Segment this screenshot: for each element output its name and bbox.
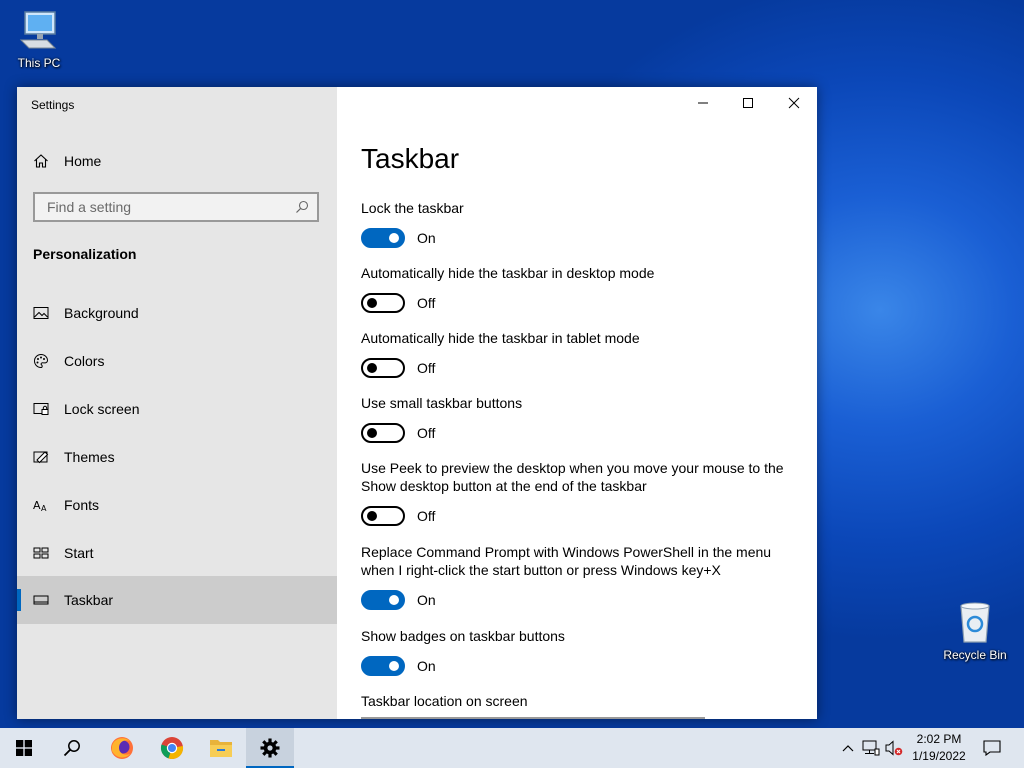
taskbar-firefox[interactable]	[98, 728, 146, 768]
desktop-icon-this-pc[interactable]: This PC	[4, 8, 74, 70]
toggle-switch[interactable]	[361, 590, 405, 610]
network-icon	[862, 740, 880, 756]
section-title: Personalization	[33, 246, 137, 262]
setting-label: Lock the taskbar	[361, 200, 464, 216]
setting-lock-taskbar: Lock the taskbar On	[361, 199, 801, 248]
toggle-switch[interactable]	[361, 358, 405, 378]
setting-location: Taskbar location on screen	[361, 692, 801, 710]
page-title: Taskbar	[361, 143, 460, 174]
recycle-bin-icon	[953, 600, 997, 644]
desktop-icon-label: This PC	[17, 56, 61, 70]
svg-text:A: A	[33, 499, 41, 512]
sidebar-item-fonts[interactable]: AA Fonts	[17, 481, 337, 529]
sidebar-item-label: Home	[64, 153, 102, 169]
volume-button[interactable]	[884, 728, 904, 768]
sidebar-item-label: Start	[64, 545, 94, 561]
toggle-state-label: Off	[417, 425, 436, 441]
sidebar-item-lock-screen[interactable]: Lock screen	[17, 385, 337, 433]
setting-label: Automatically hide the taskbar in tablet…	[361, 330, 640, 346]
sidebar-item-colors[interactable]: Colors	[17, 337, 337, 385]
toggle-switch[interactable]	[361, 656, 405, 676]
sidebar-item-label: Lock screen	[64, 401, 140, 417]
location-dropdown[interactable]	[361, 717, 705, 719]
setting-label: Use Peek to preview the desktop when you…	[361, 460, 784, 494]
search-icon[interactable]	[295, 200, 309, 219]
toggle-state-label: On	[417, 592, 436, 608]
network-button[interactable]	[861, 728, 881, 768]
start-layout-icon	[33, 545, 49, 561]
firefox-icon	[111, 737, 133, 759]
sidebar-item-background[interactable]: Background	[17, 289, 337, 337]
image-icon	[33, 305, 49, 321]
clock[interactable]: 2:02 PM 1/19/2022	[904, 731, 974, 765]
home-icon	[33, 153, 49, 169]
toggle-state-label: Off	[417, 295, 436, 311]
computer-icon	[17, 8, 61, 52]
gear-icon	[260, 738, 280, 758]
fonts-icon: AA	[33, 497, 49, 513]
sidebar-item-label: Themes	[64, 449, 115, 465]
clock-time: 2:02 PM	[916, 732, 962, 746]
folder-icon	[210, 740, 232, 757]
setting-label: Automatically hide the taskbar in deskto…	[361, 265, 655, 281]
search-icon	[63, 740, 80, 757]
setting-label: Show badges on taskbar buttons	[361, 628, 565, 644]
themes-icon	[33, 449, 49, 465]
settings-window: Settings Home Personalization Background	[17, 87, 817, 719]
sidebar: Settings Home Personalization Background	[17, 87, 337, 719]
start-button[interactable]	[0, 728, 48, 768]
toggle-switch[interactable]	[361, 228, 405, 248]
sidebar-item-label: Fonts	[64, 497, 100, 513]
setting-label: Taskbar location on screen	[361, 693, 528, 709]
lock-screen-icon	[33, 401, 49, 417]
toggle-state-label: On	[417, 230, 436, 246]
taskbar: 2:02 PM 1/19/2022	[0, 728, 1024, 768]
desktop-icon-recycle-bin[interactable]: Recycle Bin	[940, 600, 1010, 662]
setting-autohide-tablet: Automatically hide the taskbar in tablet…	[361, 329, 801, 378]
desktop-icon-label: Recycle Bin	[943, 648, 1007, 662]
setting-autohide-desktop: Automatically hide the taskbar in deskto…	[361, 264, 801, 313]
toggle-switch[interactable]	[361, 423, 405, 443]
setting-badges: Show badges on taskbar buttons On	[361, 627, 801, 676]
setting-powershell: Replace Command Prompt with Windows Powe…	[361, 543, 801, 610]
clock-date: 1/19/2022	[912, 749, 966, 763]
chevron-up-icon	[842, 745, 854, 752]
sidebar-item-taskbar[interactable]: Taskbar	[17, 576, 337, 624]
search-field[interactable]	[33, 192, 319, 222]
setting-small-buttons: Use small taskbar buttons Off	[361, 394, 801, 443]
palette-icon	[33, 353, 49, 369]
setting-label: Replace Command Prompt with Windows Powe…	[361, 544, 772, 578]
sidebar-item-label: Background	[64, 305, 139, 321]
search-input[interactable]	[45, 198, 289, 216]
toggle-state-label: On	[417, 658, 436, 674]
taskbar-file-explorer[interactable]	[197, 728, 245, 768]
sidebar-item-home[interactable]: Home	[17, 137, 337, 185]
toggle-state-label: Off	[417, 508, 436, 524]
windows-logo-icon	[16, 740, 32, 756]
sidebar-item-themes[interactable]: Themes	[17, 433, 337, 481]
show-hidden-icons-button[interactable]	[838, 728, 858, 768]
setting-peek: Use Peek to preview the desktop when you…	[361, 459, 801, 526]
taskbar-chrome[interactable]	[148, 728, 196, 768]
toggle-switch[interactable]	[361, 506, 405, 526]
taskbar-icon	[33, 592, 49, 608]
sidebar-item-start[interactable]: Start	[17, 529, 337, 577]
toggle-state-label: Off	[417, 360, 436, 376]
toggle-switch[interactable]	[361, 293, 405, 313]
taskbar-search-button[interactable]	[48, 728, 96, 768]
volume-muted-icon	[885, 740, 903, 756]
taskbar-settings[interactable]	[246, 728, 294, 768]
sidebar-item-label: Taskbar	[64, 592, 114, 608]
main-content: Taskbar Lock the taskbar On Automaticall…	[337, 87, 817, 719]
sidebar-item-label: Colors	[64, 353, 105, 369]
setting-label: Use small taskbar buttons	[361, 395, 523, 411]
svg-text:A: A	[41, 504, 47, 513]
chrome-icon	[160, 737, 184, 759]
action-center-button[interactable]	[978, 728, 1006, 768]
window-title: Settings	[31, 98, 75, 112]
notification-icon	[983, 740, 1001, 756]
